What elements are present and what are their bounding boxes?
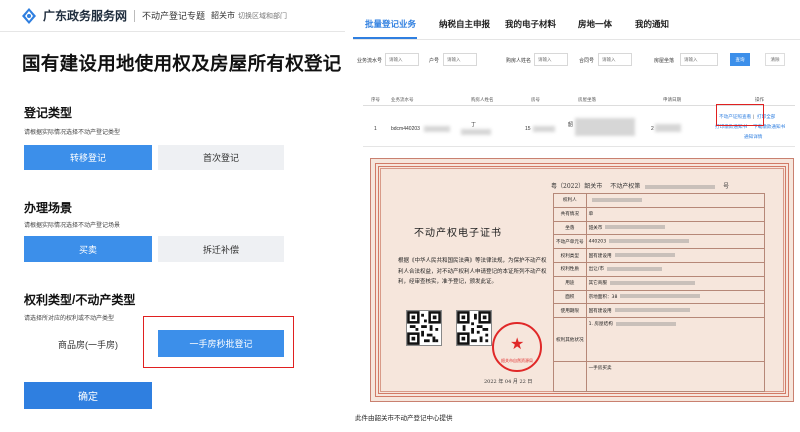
col-index: 序号 — [371, 97, 380, 102]
topic-label: 不动产登记专题 — [142, 11, 206, 21]
table-row: 权利性质 出让/市 — [553, 261, 766, 277]
tab-land-house[interactable]: 房地一体 — [578, 18, 612, 30]
row-room: 15 — [525, 126, 531, 132]
option-transfer-registration[interactable]: 转移登记 — [24, 145, 152, 170]
certificate-body-text: 根据《中华人民共和国民法典》等法律法规，为保护不动产权利人合法权益，对不动产权利… — [398, 258, 547, 285]
tab-my-notices[interactable]: 我的通知 — [635, 18, 669, 30]
table-row: 用途 其它商服 — [553, 275, 766, 291]
certificate-year: 粤（2022）韶关市 — [551, 183, 603, 190]
filter-label-buyer: 购房人姓名 — [506, 58, 532, 64]
records-panel: 批量登记业务 纳税自主申报 我的电子材料 房地一体 我的通知 业务流水号 户号 … — [353, 0, 800, 432]
top-nav: 批量登记业务 纳税自主申报 我的电子材料 房地一体 我的通知 — [353, 12, 800, 40]
electronic-certificate: 不动产权电子证书 根据《中华人民共和国民法典》等法律法规，为保护不动产权利人合法… — [370, 158, 794, 402]
row-date: 2 — [651, 126, 654, 132]
scenario-title: 办理场景 — [24, 201, 73, 215]
table-row: 不动产单元号 440203 — [553, 234, 766, 250]
right-type-title: 权利类型/不动产类型 — [24, 293, 136, 307]
option-first-registration[interactable]: 首次登记 — [158, 145, 284, 170]
table-row: 共有情况单 — [553, 206, 766, 222]
contract-input[interactable] — [598, 53, 632, 66]
row-buyer: 丁 — [471, 122, 477, 128]
col-location: 房屋坐落 — [578, 97, 596, 102]
official-seal: ★ 韶关市自然资源局 — [492, 322, 542, 372]
switch-region-link[interactable]: 切换区域和部门 — [238, 11, 287, 21]
redacted-serial — [424, 126, 450, 132]
top-bar: 广东政务服务网 不动产登记专题 韶关市 切换区域和部门 — [0, 0, 345, 32]
clear-button[interactable]: 清除 — [765, 53, 785, 66]
serial-input[interactable] — [385, 53, 419, 66]
tab-batch-registration[interactable]: 批量登记业务 — [365, 18, 416, 30]
option-purchase[interactable]: 买卖 — [24, 236, 152, 262]
redacted-number — [645, 184, 716, 189]
redacted-location — [575, 118, 635, 136]
page-title: 国有建设用地使用权及房屋所有权登记 — [22, 53, 342, 74]
table-row: 一手房买卖 — [553, 361, 766, 393]
certificate-number-line: 粤（2022）韶关市 不动产权第 号 — [551, 181, 729, 190]
col-serial: 业务流水号 — [391, 97, 414, 102]
table-row: 权利人 — [553, 193, 766, 208]
certificate-source-note: 此件由韶关市不动产登记中心提供 — [355, 415, 453, 422]
filter-label-contract: 合同号 — [579, 58, 595, 64]
scenario-hint: 请根据实际情况选择不动产登记场景 — [24, 223, 121, 229]
location-input[interactable] — [680, 53, 718, 66]
service-panel: 广东政务服务网 不动产登记专题 韶关市 切换区域和部门 国有建设用地使用权及房屋… — [0, 0, 345, 432]
registration-type-title: 登记类型 — [24, 106, 73, 120]
action-highlight-box — [716, 104, 764, 126]
qr-code-icon — [456, 310, 492, 346]
row-location: 韶 — [568, 122, 574, 128]
option-new-commercial-housing[interactable]: 商品房(一手房) — [24, 330, 152, 358]
gov-logo-icon[interactable] — [20, 7, 38, 25]
buyer-name-input[interactable] — [534, 53, 568, 66]
notice-details-link[interactable]: 通知详情 — [744, 134, 762, 140]
filter-label-location: 房屋坐落 — [654, 58, 675, 64]
col-buyer: 购房人姓名 — [471, 97, 494, 102]
search-button[interactable]: 查询 — [730, 53, 750, 66]
table-row: 坐落 韶关市 — [553, 220, 766, 236]
city-label: 韶关市 — [211, 11, 236, 20]
row-index: 1 — [374, 126, 377, 132]
table-row: 权利其他状况 1. 房屋结构 — [553, 317, 766, 363]
filter-label-serial: 业务流水号 — [357, 58, 383, 64]
certificate-date: 2022 年 04 月 22 日 — [484, 379, 533, 385]
registration-type-hint: 请根据实际情况选择不动产登记类型 — [24, 130, 121, 136]
col-room: 房号 — [531, 97, 540, 102]
redacted-room — [533, 126, 555, 132]
certificate-number-label: 不动产权第 — [610, 183, 641, 190]
seal-text: 韶关市自然资源局 — [501, 358, 533, 363]
row-serial: bdcm440203 — [391, 126, 420, 132]
redacted-buyer — [461, 129, 491, 135]
active-tab-indicator — [353, 37, 417, 39]
col-date: 申请日期 — [663, 97, 681, 102]
header-divider — [134, 9, 136, 22]
tab-tax-declaration[interactable]: 纳税自主申报 — [439, 18, 490, 30]
certificate-left-page: 不动产权电子证书 根据《中华人民共和国民法典》等法律法规，为保护不动产权利人合法… — [384, 172, 574, 390]
table-row: 面积 宗地面积：38 — [553, 289, 766, 305]
room-input[interactable] — [443, 53, 477, 66]
redacted-date — [655, 124, 681, 132]
qr-code-icon — [406, 310, 442, 346]
seal-star-icon: ★ — [510, 336, 525, 353]
confirm-button[interactable]: 确定 — [24, 382, 152, 409]
screenshot-root: 广东政务服务网 不动产登记专题 韶关市 切换区域和部门 国有建设用地使用权及房屋… — [0, 0, 800, 432]
table-row: 权利类型 国有建设用 — [553, 248, 766, 263]
site-name[interactable]: 广东政务服务网 — [43, 7, 127, 24]
highlight-box — [143, 316, 294, 368]
col-actions: 操作 — [755, 97, 764, 102]
tab-my-materials[interactable]: 我的电子材料 — [505, 18, 556, 30]
filter-label-room: 户号 — [429, 58, 440, 64]
certificate-number-suffix: 号 — [723, 183, 730, 190]
right-type-hint: 请选择所对应的权利或不动产类型 — [24, 316, 115, 322]
row-divider — [363, 146, 795, 147]
certificate-title: 不动产权电子证书 — [414, 228, 502, 239]
table-row: 使用期限 国有建设用 — [553, 303, 766, 319]
certificate-table: 权利人 共有情况单 坐落 韶关市 不动产单元号 440203 权利类型 国有建设用 权… — [553, 193, 766, 393]
option-demolition-compensation[interactable]: 拆迁补偿 — [158, 236, 284, 262]
